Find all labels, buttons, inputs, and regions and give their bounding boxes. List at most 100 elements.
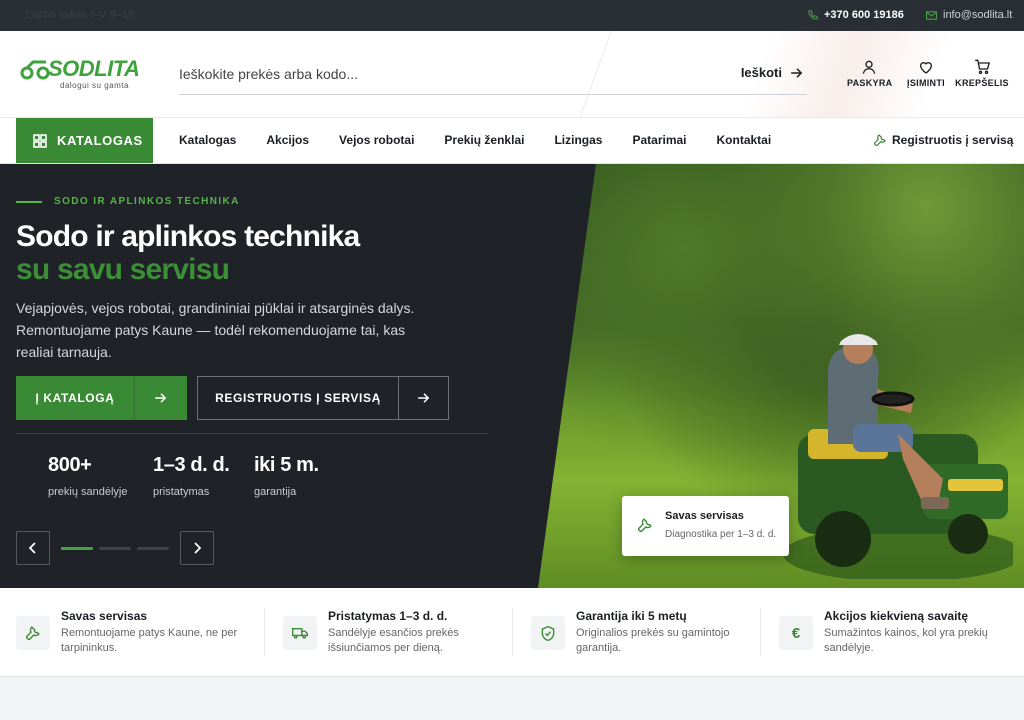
wrench-icon bbox=[874, 134, 886, 146]
slider-prev-button[interactable] bbox=[16, 531, 50, 565]
nav-links: Katalogas Akcijos Vejos robotai Prekių ž… bbox=[179, 133, 771, 147]
feature-service: Savas servisas Remontuojame patys Kaune,… bbox=[16, 609, 256, 657]
slider-next-button[interactable] bbox=[180, 531, 214, 565]
feature-text: Originalios prekės su gamintojo garantij… bbox=[576, 627, 730, 654]
feature-title: Garantija iki 5 metų bbox=[576, 609, 687, 623]
euro-icon: € bbox=[779, 616, 813, 650]
feature-divider bbox=[512, 608, 513, 656]
site-logo[interactable]: SODLITA dalogui su gamta bbox=[20, 55, 140, 95]
catalog-cta-arrow bbox=[135, 376, 187, 420]
catalog-menu-label: KATALOGAS bbox=[57, 133, 143, 148]
logo-tagline: dalogui su gamta bbox=[60, 81, 129, 90]
phone-number: +370 600 19186 bbox=[824, 9, 904, 21]
wrench-icon bbox=[637, 518, 652, 537]
service-cta-button[interactable]: REGISTRUOTIS Į SERVISĄ bbox=[197, 376, 449, 420]
logo-wordmark: SODLITA bbox=[48, 56, 140, 81]
search-bar: Ieškoti bbox=[179, 55, 807, 95]
feature-text: Sumažintos kainos, kol yra prekių sandėl… bbox=[824, 627, 988, 654]
nav-link-prekiu-zenklai[interactable]: Prekių ženklai bbox=[444, 133, 524, 147]
site-header: SODLITA dalogui su gamta Ieškoti PASKYRA… bbox=[0, 31, 1024, 118]
shield-check-icon bbox=[531, 616, 565, 650]
email-address: info@sodlita.lt bbox=[943, 9, 1013, 21]
service-registration-link[interactable]: Registruotis į servisą bbox=[874, 133, 1013, 147]
wishlist-button[interactable]: ĮSIMINTI bbox=[904, 59, 948, 88]
feature-title: Pristatymas 1–3 d. d. bbox=[328, 609, 448, 623]
main-nav: KATALOGAS Katalogas Akcijos Vejos robota… bbox=[0, 118, 1024, 164]
mail-icon bbox=[926, 10, 937, 20]
stat-label: prekių sandėlyje bbox=[48, 486, 128, 498]
feature-title: Savas servisas bbox=[61, 609, 148, 623]
stat-stock: 800+ prekių sandėlyje bbox=[48, 454, 128, 498]
search-button[interactable]: Ieškoti bbox=[741, 65, 803, 80]
slider-dot[interactable] bbox=[99, 547, 131, 550]
stat-value: 800+ bbox=[48, 454, 92, 476]
user-icon bbox=[862, 60, 876, 74]
catalog-menu-button[interactable]: KATALOGAS bbox=[16, 118, 153, 163]
cart-icon bbox=[974, 59, 990, 75]
hero-title: Sodo ir aplinkos technika bbox=[16, 220, 360, 253]
nav-link-katalogas[interactable]: Katalogas bbox=[179, 133, 236, 147]
stat-warranty: iki 5 m. garantija bbox=[254, 454, 319, 498]
wishlist-label: ĮSIMINTI bbox=[907, 78, 945, 88]
heart-icon bbox=[919, 62, 933, 74]
feature-text: Remontuojame patys Kaune, ne per tarpini… bbox=[61, 627, 238, 654]
nav-link-kontaktai[interactable]: Kontaktai bbox=[717, 133, 772, 147]
feature-warranty: Garantija iki 5 metų Originalios prekės … bbox=[531, 609, 751, 657]
feature-delivery: Pristatymas 1–3 d. d. Sandėlyje esančios… bbox=[283, 609, 503, 657]
feature-title: Akcijos kiekvieną savaitę bbox=[824, 609, 969, 623]
search-input[interactable] bbox=[179, 63, 699, 85]
hero-divider bbox=[16, 433, 488, 434]
nav-link-akcijos[interactable]: Akcijos bbox=[266, 133, 309, 147]
hero-kicker: SODO IR APLINKOS TECHNIKA bbox=[16, 196, 240, 207]
mower-logo-icon bbox=[20, 60, 50, 80]
phone-icon bbox=[808, 10, 818, 20]
chevron-left-icon bbox=[29, 542, 36, 554]
hero-section: SODO IR APLINKOS TECHNIKA Sodo ir aplink… bbox=[0, 164, 1024, 588]
email-link[interactable]: info@sodlita.lt bbox=[926, 9, 1012, 21]
arrow-right-icon bbox=[791, 67, 803, 78]
truck-icon bbox=[283, 616, 317, 650]
account-label: PASKYRA bbox=[847, 78, 893, 88]
top-bar: Darbo laikas I–V 9–18 +370 600 19186 inf… bbox=[0, 0, 1024, 31]
search-button-label: Ieškoti bbox=[740, 65, 782, 80]
catalog-cta-label: Į KATALOGĄ bbox=[16, 376, 135, 420]
phone-link[interactable]: +370 600 19186 bbox=[808, 9, 904, 21]
cart-button[interactable]: KREPŠELIS bbox=[955, 59, 1009, 88]
feature-sales: € Akcijos kiekvieną savaitę Sumažintos k… bbox=[779, 609, 1009, 657]
stat-label: garantija bbox=[254, 486, 297, 498]
service-info-card: Savas servisas Diagnostika per 1–3 d. d. bbox=[622, 496, 789, 556]
service-cta-arrow bbox=[399, 377, 448, 419]
arrow-right-icon bbox=[417, 393, 429, 403]
feature-divider bbox=[264, 608, 265, 656]
feature-text: Sandėlyje esančios prekės išsiunčiamos p… bbox=[328, 627, 459, 654]
service-card-title: Savas servisas bbox=[665, 510, 744, 522]
cart-label: KREPŠELIS bbox=[955, 78, 1009, 88]
slider-dots bbox=[61, 547, 169, 550]
stat-delivery: 1–3 d. d. pristatymas bbox=[153, 454, 230, 498]
wrench-icon bbox=[16, 616, 50, 650]
slider-dot[interactable] bbox=[137, 547, 169, 550]
nav-link-lizingas[interactable]: Lizingas bbox=[554, 133, 602, 147]
chevron-right-icon bbox=[194, 542, 201, 554]
hero-description: Vejapjovės, vejos robotai, grandininiai … bbox=[16, 300, 415, 360]
stat-value: 1–3 d. d. bbox=[153, 454, 230, 476]
arrow-right-icon bbox=[155, 393, 167, 403]
service-registration-label: Registruotis į servisą bbox=[892, 133, 1014, 147]
hero-title-accent: su savu servisu bbox=[16, 253, 230, 286]
account-button[interactable]: PASKYRA bbox=[847, 59, 893, 88]
riding-mower-illustration bbox=[783, 334, 1013, 579]
nav-link-patarimai[interactable]: Patarimai bbox=[632, 133, 686, 147]
service-cta-label: REGISTRUOTIS Į SERVISĄ bbox=[198, 377, 399, 419]
hero-kicker-text: SODO IR APLINKOS TECHNIKA bbox=[54, 196, 240, 207]
features-strip: Savas servisas Remontuojame patys Kaune,… bbox=[0, 588, 1024, 677]
nav-link-vejos-robotai[interactable]: Vejos robotai bbox=[339, 133, 414, 147]
kicker-line bbox=[16, 200, 42, 203]
feature-divider bbox=[760, 608, 761, 656]
stat-label: pristatymas bbox=[153, 486, 210, 498]
service-card-subtitle: Diagnostika per 1–3 d. d. bbox=[665, 529, 777, 540]
stat-value: iki 5 m. bbox=[254, 454, 319, 476]
grid-icon bbox=[33, 133, 47, 148]
catalog-cta-button[interactable]: Į KATALOGĄ bbox=[16, 376, 187, 420]
slider-dot-active[interactable] bbox=[61, 547, 93, 550]
top-bar-hours: Darbo laikas I–V 9–18 bbox=[26, 9, 135, 21]
